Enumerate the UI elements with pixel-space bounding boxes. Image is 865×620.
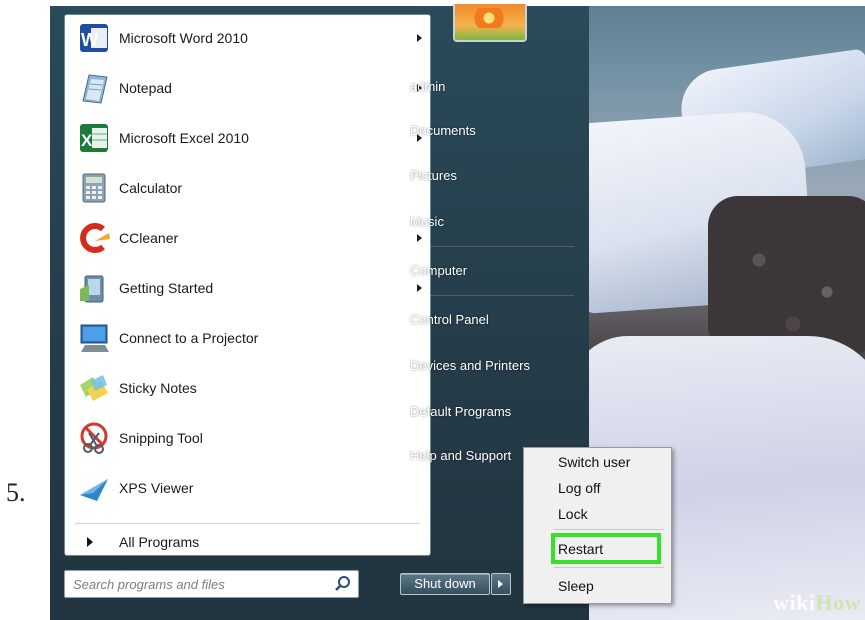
search-box[interactable] <box>64 570 359 598</box>
program-label: Snipping Tool <box>119 430 203 446</box>
sticky-notes-icon <box>80 375 108 401</box>
excel-icon: X <box>80 124 108 152</box>
program-label: CCleaner <box>119 230 179 246</box>
program-label: XPS Viewer <box>119 480 194 496</box>
word-icon: W <box>80 24 108 52</box>
right-item-devices-printers[interactable]: Devices and Printers <box>410 358 530 373</box>
submenu-arrow-icon <box>417 34 422 42</box>
program-item-sticky-notes[interactable]: Sticky Notes <box>65 365 430 411</box>
right-item-computer[interactable]: Computer <box>410 263 467 278</box>
program-item-notepad[interactable]: Notepad <box>65 65 430 111</box>
program-item-getting-started[interactable]: Getting Started <box>65 265 430 311</box>
program-label: Microsoft Word 2010 <box>119 30 248 46</box>
program-item-excel[interactable]: X Microsoft Excel 2010 <box>65 115 430 161</box>
projector-icon <box>80 324 109 352</box>
right-item-control-panel[interactable]: Control Panel <box>410 312 489 327</box>
program-label: Notepad <box>119 80 172 96</box>
menu-separator <box>554 529 664 530</box>
watermark: wikiHow <box>773 590 861 615</box>
program-label: Connect to a Projector <box>119 330 259 346</box>
notepad-icon <box>82 74 108 104</box>
program-item-snipping-tool[interactable]: Snipping Tool <box>65 415 430 461</box>
search-icon[interactable] <box>334 575 352 593</box>
menu-item-restart[interactable]: Restart <box>558 541 603 557</box>
menu-separator <box>554 567 664 568</box>
snipping-tool-icon <box>80 422 108 454</box>
right-item-pictures[interactable]: Pictures <box>410 168 457 183</box>
start-menu: W Microsoft Word 2010 Notepad X Microsof… <box>50 4 589 620</box>
all-programs-label: All Programs <box>119 534 200 550</box>
calculator-icon <box>82 173 106 203</box>
search-input[interactable] <box>71 574 325 594</box>
getting-started-icon <box>80 275 104 303</box>
program-label: Microsoft Excel 2010 <box>119 130 249 146</box>
program-label: Getting Started <box>119 280 214 296</box>
power-options-menu: Switch user Log off Lock Restart Sleep <box>523 447 672 604</box>
svg-text:X: X <box>81 131 93 150</box>
right-item-documents[interactable]: Documents <box>410 123 476 138</box>
right-pane-separator <box>404 246 574 247</box>
programs-pane: W Microsoft Word 2010 Notepad X Microsof… <box>64 14 431 556</box>
program-item-xps-viewer[interactable]: XPS Viewer <box>65 465 430 511</box>
user-picture[interactable] <box>453 4 527 42</box>
xps-viewer-icon <box>80 479 108 501</box>
shutdown-options-button[interactable] <box>491 573 511 595</box>
right-item-help-support[interactable]: Help and Support <box>410 448 511 463</box>
flower-image <box>473 8 505 28</box>
right-item-music[interactable]: Music <box>410 214 444 229</box>
program-item-connect-projector[interactable]: Connect to a Projector <box>65 315 430 361</box>
shutdown-button[interactable]: Shut down <box>400 573 490 595</box>
submenu-arrow-icon <box>417 234 422 242</box>
menu-item-switch-user[interactable]: Switch user <box>558 454 630 470</box>
program-item-word[interactable]: W Microsoft Word 2010 <box>65 15 430 61</box>
all-programs-button[interactable]: All Programs <box>65 527 430 555</box>
program-item-calculator[interactable]: Calculator <box>65 165 430 211</box>
menu-item-sleep[interactable]: Sleep <box>558 578 594 594</box>
submenu-arrow-icon <box>417 284 422 292</box>
program-label: Calculator <box>119 180 183 196</box>
program-item-ccleaner[interactable]: CCleaner <box>65 215 430 261</box>
svg-text:W: W <box>81 30 98 50</box>
step-number: 5. <box>6 478 26 507</box>
right-item-admin[interactable]: admin <box>410 79 445 94</box>
programs-separator <box>75 523 420 524</box>
menu-item-lock[interactable]: Lock <box>558 506 588 522</box>
right-pane-separator <box>404 295 574 296</box>
chevron-right-icon <box>498 580 503 588</box>
right-item-default-programs[interactable]: Default Programs <box>410 404 511 419</box>
ccleaner-icon <box>80 223 110 253</box>
expand-arrow-icon <box>87 537 93 547</box>
menu-item-log-off[interactable]: Log off <box>558 480 601 496</box>
program-label: Sticky Notes <box>119 380 197 396</box>
rocky-shore <box>708 196 865 356</box>
